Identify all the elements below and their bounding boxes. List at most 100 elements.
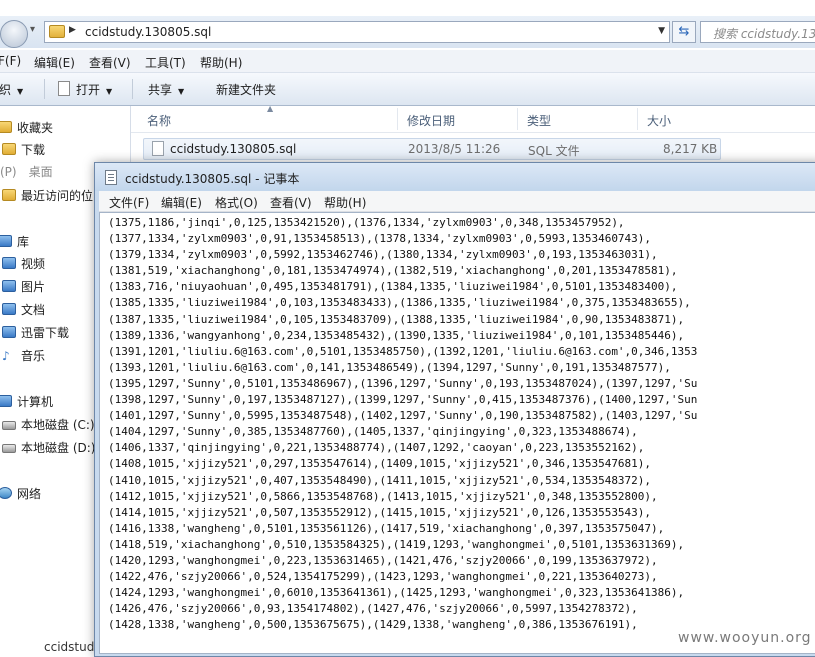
music-note-icon: ♪ [2,349,10,363]
np-menu-edit[interactable]: 编辑(E) [161,194,202,211]
np-menu-file[interactable]: 文件(F) [109,194,149,211]
toolbar-divider [132,79,133,99]
np-menu-help[interactable]: 帮助(H) [324,194,366,211]
nav-network-label: 网络 [17,487,42,501]
file-row[interactable]: ccidstudy.130805.sql 2013/8/5 11:26 SQL … [143,138,721,160]
text-line: (1393,1201,'liuliu.6@163.com',0,141,1353… [108,360,671,374]
column-divider[interactable] [637,108,638,130]
breadcrumb-arrow-icon[interactable]: ▶ [69,25,76,35]
notepad-title-bar[interactable]: ccidstudy.130805.sql - 记事本 [95,163,815,191]
menu-file[interactable]: F(F) [0,54,21,68]
text-line: (1375,1186,'jinqi',0,125,1353421520),(13… [108,216,625,229]
notepad-window[interactable]: ccidstudy.130805.sql - 记事本 文件(F) 编辑(E) 格… [94,162,815,657]
np-menu-format[interactable]: 格式(O) [215,194,258,211]
nav-computer-label: 计算机 [17,395,54,409]
text-line: (1383,716,'niuyaohuan',0,495,1353481791)… [108,280,678,294]
nav-computer[interactable]: 计算机 [0,392,53,412]
text-line: (1401,1297,'Sunny',0,5995,1353487548),(1… [108,409,698,423]
text-line: (1404,1297,'Sunny',0,385,1353487760),(14… [108,425,638,439]
computer-icon [0,395,12,407]
organize-label: 织 [0,83,12,97]
column-name[interactable]: 名称 [147,112,171,129]
back-button[interactable] [0,20,28,48]
nav-recent[interactable]: 最近访问的位 [2,186,93,206]
notepad-title: ccidstudy.130805.sql - 记事本 [125,172,300,186]
column-modified[interactable]: 修改日期 [407,112,455,129]
menu-edit[interactable]: 编辑(E) [34,54,75,71]
new-folder-button[interactable]: 新建文件夹 [216,81,276,98]
file-list-header: ▲ 名称 修改日期 类型 大小 [131,104,815,133]
nav-libraries[interactable]: 库 [0,232,29,252]
recent-places-icon [2,189,16,201]
refresh-button[interactable]: ⇆ [672,21,696,43]
nav-documents-label: 文档 [21,303,46,317]
document-icon [2,303,16,315]
text-line: (1416,1338,'wangheng',0,5101,1353561126)… [108,521,665,535]
address-path: ccidstudy.130805.sql [85,25,212,39]
text-line: (1428,1338,'wangheng',0,500,1353675675),… [108,618,638,632]
address-dropdown-icon[interactable]: ▼ [658,26,665,36]
np-menu-view[interactable]: 查看(V) [270,194,312,211]
notepad-lines: (1375,1186,'jinqi',0,125,1353421520),(13… [108,215,697,633]
text-line: (1395,1297,'Sunny',0,5101,1353486967),(1… [108,376,698,390]
organize-button[interactable]: 织 ▼ [0,81,23,98]
nav-videos[interactable]: 视频 [2,254,45,274]
watermark: www.wooyun.org [678,630,812,646]
text-line: (1424,1293,'wanghongmei',0,6010,13536413… [108,586,685,600]
nav-favorites[interactable]: 收藏夹 [0,118,53,138]
text-line: (1422,476,'szjy20066',0,524,1354175299),… [108,570,658,584]
explorer-menubar: F(F) 编辑(E) 查看(V) 工具(T) 帮助(H) [0,50,815,73]
nav-disk-d-label: 本地磁盘 (D:) [21,441,96,455]
column-type[interactable]: 类型 [527,112,551,129]
nav-disk-c-label: 本地磁盘 (C:) [21,418,95,432]
address-bar[interactable]: ▶ ccidstudy.130805.sql ▼ [44,21,670,43]
star-icon [0,121,12,133]
share-label: 共享 [148,83,173,97]
text-line: (1412,1015,'xjjizy521',0,5866,1353548768… [108,489,658,503]
nav-favorites-label: 收藏夹 [17,121,54,135]
column-size[interactable]: 大小 [647,112,671,129]
notepad-icon [105,170,117,185]
column-divider[interactable] [397,108,398,130]
notepad-menubar: 文件(F) 编辑(E) 格式(O) 查看(V) 帮助(H) [99,191,815,212]
file-name: ccidstudy.130805.sql [170,142,297,156]
menu-view[interactable]: 查看(V) [89,54,131,71]
nav-pictures[interactable]: 图片 [2,277,45,297]
text-line: (1410,1015,'xjjizy521',0,407,1353548490)… [108,473,652,487]
picture-icon [2,280,16,292]
text-line: (1420,1293,'wanghongmei',0,223,135363146… [108,553,658,567]
text-line: (1426,476,'szjy20066',0,93,1354174802),(… [108,602,638,616]
nav-libraries-label: 库 [17,235,30,249]
nav-xunlei[interactable]: 迅雷下载 [2,323,69,343]
nav-videos-label: 视频 [21,257,46,271]
nav-desktop[interactable]: (P) 桌面 [0,162,53,182]
nav-documents[interactable]: 文档 [2,300,45,320]
nav-recent-label: 最近访问的位 [21,189,94,203]
folder-icon [49,25,65,38]
nav-downloads[interactable]: 下载 [2,140,45,160]
menu-tools[interactable]: 工具(T) [145,54,186,71]
toolbar-divider [44,79,45,99]
open-button[interactable]: 打开 ▼ [58,81,112,98]
nav-history-dropdown-icon[interactable]: ▾ [30,24,40,42]
nav-disk-d[interactable]: 本地磁盘 (D:) [2,438,95,458]
sort-up-icon: ▲ [267,104,274,113]
text-line: (1387,1335,'liuziwei1984',0,105,13534837… [108,312,685,326]
text-line: (1406,1337,'qinjingying',0,221,135348877… [108,441,645,455]
nav-music-label: 音乐 [21,349,46,363]
nav-network[interactable]: 网络 [0,484,41,504]
hard-drive-icon [2,444,16,453]
text-line: (1418,519,'xiachanghong',0,510,135358432… [108,537,685,551]
chevron-down-icon: ▼ [178,87,185,96]
nav-disk-c[interactable]: 本地磁盘 (C:) [2,415,95,435]
column-divider[interactable] [517,108,518,130]
text-line: (1379,1334,'zylxm0903',0,5992,1353462746… [108,248,658,262]
share-button[interactable]: 共享 ▼ [148,81,184,98]
text-line: (1385,1335,'liuziwei1984',0,103,13534834… [108,296,691,310]
menu-help[interactable]: 帮助(H) [200,54,242,71]
search-input[interactable]: 搜索 ccidstudy.130... [700,21,815,43]
nav-music[interactable]: ♪ 音乐 [2,346,45,366]
notepad-text-area[interactable]: (1375,1186,'jinqi',0,125,1353421520),(13… [99,212,815,654]
text-line: (1398,1297,'Sunny',0,197,1353487127),(13… [108,393,698,407]
document-icon [58,81,70,96]
